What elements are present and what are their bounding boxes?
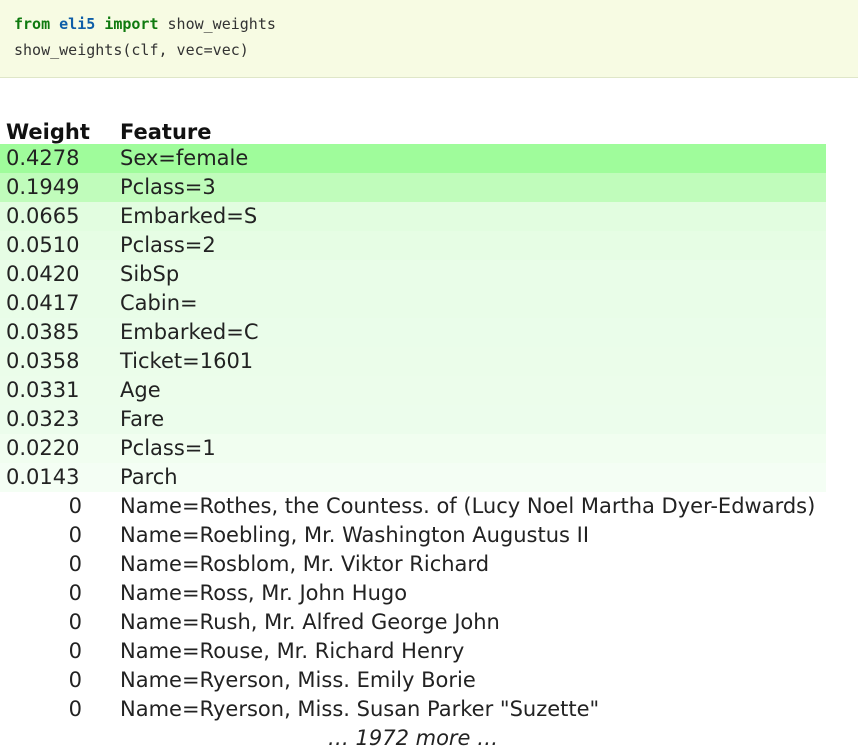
weight-cell: 0.0420 — [0, 260, 118, 289]
feature-cell: Name=Rush, Mr. Alfred George John — [118, 608, 826, 637]
feature-cell: SibSp — [118, 260, 826, 289]
weight-cell: 0.0510 — [0, 231, 118, 260]
table-row: 0.0420 SibSp — [0, 260, 826, 289]
weight-column-header: Weight — [6, 120, 90, 144]
feature-cell: Age — [118, 376, 826, 405]
feature-cell: Name=Rosblom, Mr. Viktor Richard — [118, 550, 826, 579]
weight-cell: 0.0220 — [0, 434, 118, 463]
table-row: 0 Name=Rothes, the Countess. of (Lucy Noe… — [0, 492, 826, 521]
weight-cell: 0.0417 — [0, 289, 118, 318]
table-row: 0 Name=Ryerson, Miss. Emily Borie — [0, 666, 826, 695]
weight-cell: 0 — [0, 579, 118, 608]
feature-cell: Name=Ross, Mr. John Hugo — [118, 579, 826, 608]
table-row: 0.0323 Fare — [0, 405, 826, 434]
feature-column-header: Feature — [120, 120, 212, 144]
more-features-note: … 1972 more … — [327, 726, 499, 747]
table-row: 0.0220 Pclass=1 — [0, 434, 826, 463]
feature-cell: Parch — [118, 463, 826, 492]
weights-table-container: Weight Feature 0.4278 Sex=female 0.1949 Pcl… — [0, 112, 826, 747]
table-row: 0.4278 Sex=female — [0, 144, 826, 173]
feature-cell: Embarked=S — [118, 202, 826, 231]
weight-cell: 0.0323 — [0, 405, 118, 434]
table-row: 0 Name=Rush, Mr. Alfred George John — [0, 608, 826, 637]
table-row: 0.1949 Pclass=3 — [0, 173, 826, 202]
weight-cell: 0.0665 — [0, 202, 118, 231]
table-row: 0.0510 Pclass=2 — [0, 231, 826, 260]
weight-cell: 0.0385 — [0, 318, 118, 347]
feature-cell: Pclass=3 — [118, 173, 826, 202]
feature-cell: Cabin= — [118, 289, 826, 318]
table-row: 0 Name=Ross, Mr. John Hugo — [0, 579, 826, 608]
feature-cell: Name=Roebling, Mr. Washington Augustus I… — [118, 521, 826, 550]
weight-cell: 0 — [0, 695, 118, 724]
table-row: 0.0331 Age — [0, 376, 826, 405]
keyword-import: import — [104, 15, 159, 33]
table-row: 0.0665 Embarked=S — [0, 202, 826, 231]
weight-cell: 0 — [0, 521, 118, 550]
feature-cell: Ticket=1601 — [118, 347, 826, 376]
table-row: 0.0417 Cabin= — [0, 289, 826, 318]
weight-cell: 0 — [0, 608, 118, 637]
feature-cell: Name=Ryerson, Miss. Susan Parker "Suzett… — [118, 695, 826, 724]
feature-cell: Name=Ryerson, Miss. Emily Borie — [118, 666, 826, 695]
weight-cell: 0 — [0, 637, 118, 666]
table-row: 0 Name=Roebling, Mr. Washington Augustus … — [0, 521, 826, 550]
imported-name: show_weights — [167, 15, 276, 33]
feature-cell: Pclass=2 — [118, 231, 826, 260]
keyword-from: from — [14, 15, 51, 33]
table-row: 0 Name=Ryerson, Miss. Susan Parker "Suzet… — [0, 695, 826, 724]
feature-cell: Name=Rouse, Mr. Richard Henry — [118, 637, 826, 666]
table-row: 0.0358 Ticket=1601 — [0, 347, 826, 376]
feature-cell: Embarked=C — [118, 318, 826, 347]
weight-cell: 0 — [0, 492, 118, 521]
code-cell[interactable]: from eli5 import show_weights show_weigh… — [0, 0, 858, 78]
code-line-1: from eli5 import show_weights — [14, 11, 844, 37]
weight-cell: 0.0331 — [0, 376, 118, 405]
table-row: 0 Name=Rosblom, Mr. Viktor Richard — [0, 550, 826, 579]
feature-cell: Sex=female — [118, 144, 826, 173]
weight-cell: 0.0143 — [0, 463, 118, 492]
weight-cell: 0 — [0, 666, 118, 695]
weight-cell: 0.0358 — [0, 347, 118, 376]
feature-cell: Name=Rothes, the Countess. of (Lucy Noel… — [118, 492, 826, 521]
table-row: 0.0385 Embarked=C — [0, 318, 826, 347]
weights-table-body: 0.4278 Sex=female 0.1949 Pclass=3 0.0665 Emba… — [0, 144, 826, 724]
code-line-2: show_weights(clf, vec=vec) — [14, 41, 249, 59]
weight-cell: 0.4278 — [0, 144, 118, 173]
table-row: 0 Name=Rouse, Mr. Richard Henry — [0, 637, 826, 666]
weight-cell: 0.1949 — [0, 173, 118, 202]
feature-cell: Fare — [118, 405, 826, 434]
table-header-row: Weight Feature — [0, 112, 826, 144]
table-row: 0.0143 Parch — [0, 463, 826, 492]
module-name: eli5 — [59, 15, 96, 33]
weight-cell: 0 — [0, 550, 118, 579]
weights-table: Weight Feature 0.4278 Sex=female 0.1949 Pcl… — [0, 112, 826, 724]
feature-cell: Pclass=1 — [118, 434, 826, 463]
